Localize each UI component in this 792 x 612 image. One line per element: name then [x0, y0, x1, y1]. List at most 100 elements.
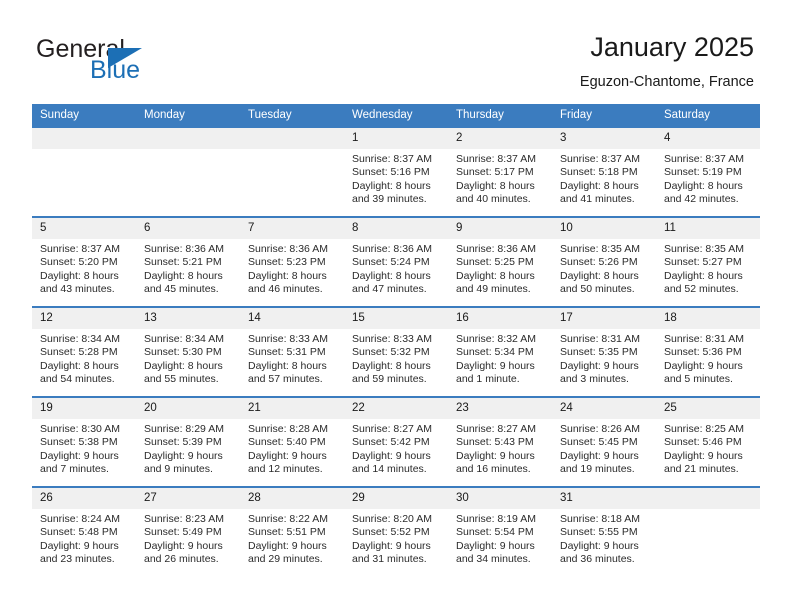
- day-detail-line: Sunrise: 8:36 AM: [248, 243, 328, 255]
- calendar-day-cell[interactable]: 24 Sunrise: 8:26 AM Sunset: 5:45 PM Dayligh…: [552, 396, 656, 487]
- day-detail-line: Daylight: 9 hours: [144, 539, 223, 552]
- day-detail-line: Sunset: 5:48 PM: [40, 526, 118, 539]
- day-detail-line: Sunrise: 8:33 AM: [352, 333, 432, 345]
- calendar-day-cell[interactable]: 17 Sunrise: 8:31 AM Sunset: 5:35 PM Dayligh…: [552, 306, 656, 397]
- calendar-day-cell[interactable]: 12 Sunrise: 8:34 AM Sunset: 5:28 PM Dayligh…: [32, 306, 136, 397]
- day-number: 6: [136, 218, 240, 239]
- calendar-day-cell[interactable]: 21 Sunrise: 8:28 AM Sunset: 5:40 PM Dayligh…: [240, 396, 344, 487]
- day-detail-line: and 36 minutes.: [560, 553, 635, 566]
- calendar-day-cell[interactable]: 10 Sunrise: 8:35 AM Sunset: 5:26 PM Dayligh…: [552, 216, 656, 307]
- calendar-day-cell[interactable]: 30 Sunrise: 8:19 AM Sunset: 5:54 PM Dayligh…: [448, 486, 552, 576]
- day-number: 31: [552, 488, 656, 509]
- calendar-day-cell[interactable]: 27 Sunrise: 8:23 AM Sunset: 5:49 PM Dayligh…: [136, 486, 240, 576]
- calendar-day-cell[interactable]: 25 Sunrise: 8:25 AM Sunset: 5:46 PM Dayligh…: [656, 396, 760, 487]
- day-details: [656, 509, 760, 513]
- calendar-day-cell[interactable]: 9 Sunrise: 8:36 AM Sunset: 5:25 PM Daylight…: [448, 216, 552, 307]
- calendar-table: Sunday Monday Tuesday Wednesday Thursday Frid…: [32, 104, 760, 576]
- day-detail-line: and 1 minute.: [456, 373, 520, 386]
- day-detail-line: Sunset: 5:52 PM: [352, 526, 430, 539]
- day-detail-line: Sunset: 5:25 PM: [456, 256, 534, 269]
- day-detail-line: Sunset: 5:43 PM: [456, 436, 534, 449]
- weekday-header-thursday: Thursday: [448, 104, 552, 127]
- day-detail-line: Sunset: 5:36 PM: [664, 346, 742, 359]
- calendar-week-row: 12 Sunrise: 8:34 AM Sunset: 5:28 PM Dayligh…: [32, 306, 760, 397]
- calendar-day-cell[interactable]: 3 Sunrise: 8:37 AM Sunset: 5:18 PM Daylight…: [552, 126, 656, 217]
- day-details: Sunrise: 8:31 AM Sunset: 5:36 PM Daylight:…: [656, 329, 760, 387]
- day-detail-line: and 57 minutes.: [248, 373, 323, 386]
- day-detail-line: Sunset: 5:21 PM: [144, 256, 222, 269]
- day-details: Sunrise: 8:33 AM Sunset: 5:31 PM Daylight:…: [240, 329, 344, 387]
- day-detail-line: Daylight: 8 hours: [248, 359, 327, 372]
- day-detail-line: Daylight: 8 hours: [664, 179, 743, 192]
- day-details: Sunrise: 8:32 AM Sunset: 5:34 PM Daylight:…: [448, 329, 552, 387]
- calendar-day-cell[interactable]: 11 Sunrise: 8:35 AM Sunset: 5:27 PM Dayligh…: [656, 216, 760, 307]
- day-detail-line: Sunset: 5:23 PM: [248, 256, 326, 269]
- day-detail-line: Daylight: 9 hours: [352, 539, 431, 552]
- day-number: 30: [448, 488, 552, 509]
- day-detail-line: and 3 minutes.: [560, 373, 629, 386]
- day-number: 24: [552, 398, 656, 419]
- calendar-day-cell[interactable]: 4 Sunrise: 8:37 AM Sunset: 5:19 PM Daylight…: [656, 126, 760, 217]
- calendar-day-cell-empty: [240, 126, 344, 217]
- day-detail-line: and 42 minutes.: [664, 193, 739, 206]
- day-detail-line: Sunset: 5:45 PM: [560, 436, 638, 449]
- calendar-day-cell[interactable]: 5 Sunrise: 8:37 AM Sunset: 5:20 PM Daylight…: [32, 216, 136, 307]
- day-detail-line: Daylight: 8 hours: [352, 359, 431, 372]
- calendar-day-cell[interactable]: 31 Sunrise: 8:18 AM Sunset: 5:55 PM Dayligh…: [552, 486, 656, 576]
- calendar-week-row: 1 Sunrise: 8:37 AM Sunset: 5:16 PM Daylight…: [32, 126, 760, 217]
- calendar-day-cell[interactable]: 8 Sunrise: 8:36 AM Sunset: 5:24 PM Daylight…: [344, 216, 448, 307]
- day-number: 20: [136, 398, 240, 419]
- calendar-day-cell-empty: [656, 486, 760, 576]
- calendar-day-cell[interactable]: 15 Sunrise: 8:33 AM Sunset: 5:32 PM Dayligh…: [344, 306, 448, 397]
- day-detail-line: Daylight: 9 hours: [560, 359, 639, 372]
- day-detail-line: Daylight: 9 hours: [456, 359, 535, 372]
- calendar-day-cell[interactable]: 23 Sunrise: 8:27 AM Sunset: 5:43 PM Dayligh…: [448, 396, 552, 487]
- day-number: 7: [240, 218, 344, 239]
- day-detail-line: and 59 minutes.: [352, 373, 427, 386]
- calendar-day-cell-empty: [136, 126, 240, 217]
- calendar-day-cell[interactable]: 13 Sunrise: 8:34 AM Sunset: 5:30 PM Dayligh…: [136, 306, 240, 397]
- day-detail-line: Sunrise: 8:35 AM: [664, 243, 744, 255]
- day-detail-line: Daylight: 9 hours: [664, 359, 743, 372]
- calendar-day-cell[interactable]: 20 Sunrise: 8:29 AM Sunset: 5:39 PM Dayligh…: [136, 396, 240, 487]
- calendar-day-cell[interactable]: 6 Sunrise: 8:36 AM Sunset: 5:21 PM Daylight…: [136, 216, 240, 307]
- day-details: [136, 149, 240, 153]
- day-number: 5: [32, 218, 136, 239]
- day-detail-line: Daylight: 8 hours: [560, 269, 639, 282]
- calendar-day-cell[interactable]: 14 Sunrise: 8:33 AM Sunset: 5:31 PM Dayligh…: [240, 306, 344, 397]
- day-details: Sunrise: 8:36 AM Sunset: 5:23 PM Daylight:…: [240, 239, 344, 297]
- calendar-day-cell[interactable]: 1 Sunrise: 8:37 AM Sunset: 5:16 PM Daylight…: [344, 126, 448, 217]
- calendar-day-cell[interactable]: 29 Sunrise: 8:20 AM Sunset: 5:52 PM Dayligh…: [344, 486, 448, 576]
- day-number: 15: [344, 308, 448, 329]
- calendar-day-cell[interactable]: 22 Sunrise: 8:27 AM Sunset: 5:42 PM Dayligh…: [344, 396, 448, 487]
- day-details: Sunrise: 8:35 AM Sunset: 5:27 PM Daylight:…: [656, 239, 760, 297]
- day-number: 23: [448, 398, 552, 419]
- calendar-day-cell[interactable]: 2 Sunrise: 8:37 AM Sunset: 5:17 PM Daylight…: [448, 126, 552, 217]
- day-detail-line: Daylight: 9 hours: [456, 539, 535, 552]
- day-detail-line: Daylight: 8 hours: [560, 179, 639, 192]
- page-header: General Blue January 2025 Eguzon-Chantom…: [0, 0, 792, 104]
- day-detail-line: Sunrise: 8:37 AM: [664, 153, 744, 165]
- day-number: 3: [552, 128, 656, 149]
- day-detail-line: Sunset: 5:38 PM: [40, 436, 118, 449]
- day-details: Sunrise: 8:19 AM Sunset: 5:54 PM Daylight:…: [448, 509, 552, 567]
- day-detail-line: Sunset: 5:32 PM: [352, 346, 430, 359]
- calendar-day-cell[interactable]: 18 Sunrise: 8:31 AM Sunset: 5:36 PM Dayligh…: [656, 306, 760, 397]
- calendar-day-cell[interactable]: 26 Sunrise: 8:24 AM Sunset: 5:48 PM Dayligh…: [32, 486, 136, 576]
- day-detail-line: Daylight: 9 hours: [40, 449, 119, 462]
- day-detail-line: Daylight: 9 hours: [352, 449, 431, 462]
- day-detail-line: Daylight: 9 hours: [560, 539, 639, 552]
- day-detail-line: Daylight: 8 hours: [456, 179, 535, 192]
- day-details: Sunrise: 8:27 AM Sunset: 5:43 PM Daylight:…: [448, 419, 552, 477]
- day-detail-line: Daylight: 8 hours: [40, 269, 119, 282]
- calendar-day-cell[interactable]: 28 Sunrise: 8:22 AM Sunset: 5:51 PM Dayligh…: [240, 486, 344, 576]
- day-detail-line: and 16 minutes.: [456, 463, 531, 476]
- day-detail-line: Daylight: 9 hours: [664, 449, 743, 462]
- day-detail-line: Daylight: 8 hours: [248, 269, 327, 282]
- calendar-day-cell[interactable]: 19 Sunrise: 8:30 AM Sunset: 5:38 PM Dayligh…: [32, 396, 136, 487]
- calendar-day-cell[interactable]: 16 Sunrise: 8:32 AM Sunset: 5:34 PM Dayligh…: [448, 306, 552, 397]
- calendar-week-row: 5 Sunrise: 8:37 AM Sunset: 5:20 PM Daylight…: [32, 216, 760, 307]
- day-detail-line: Sunset: 5:40 PM: [248, 436, 326, 449]
- calendar-day-cell[interactable]: 7 Sunrise: 8:36 AM Sunset: 5:23 PM Daylight…: [240, 216, 344, 307]
- brand-logo[interactable]: General Blue: [36, 36, 266, 86]
